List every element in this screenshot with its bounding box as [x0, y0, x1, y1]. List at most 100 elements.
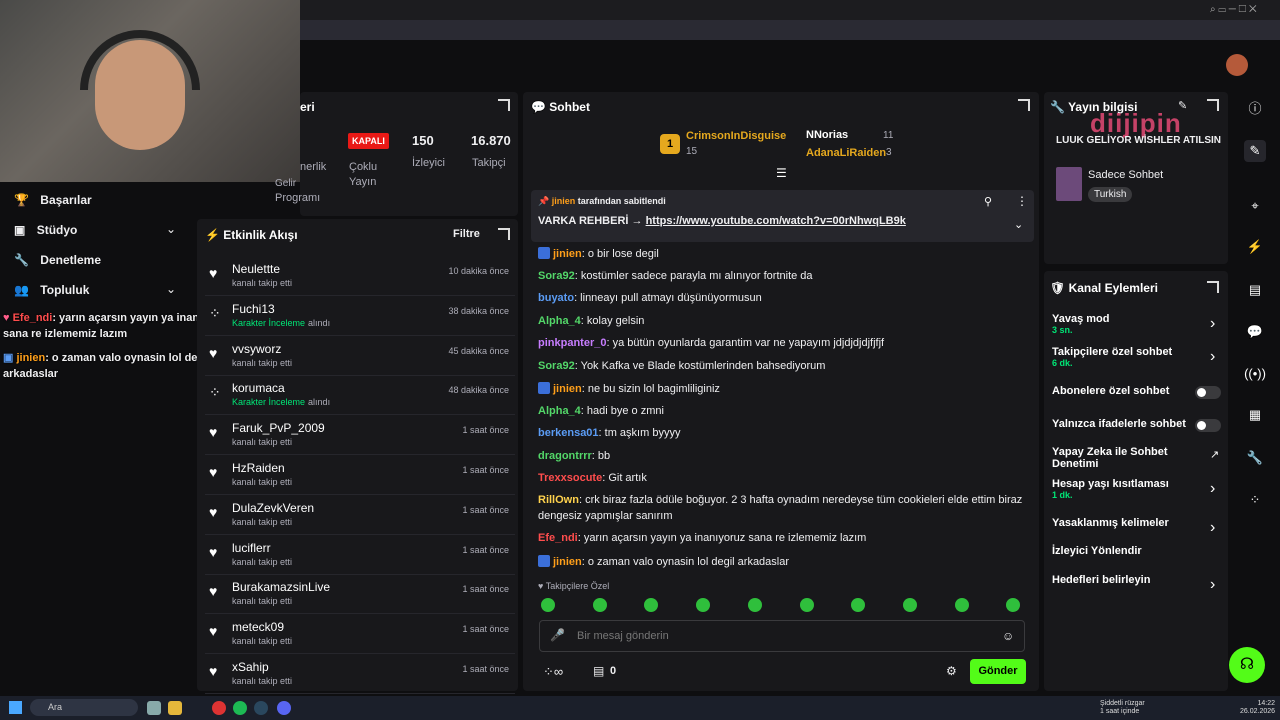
category-name[interactable]: Sadece Sohbet [1088, 169, 1163, 181]
feed-item[interactable]: ♥ meteck09 kanalı takip etti 1 saat önce [205, 616, 515, 655]
chat-username[interactable]: Alpha_4 [538, 315, 581, 327]
sidebar-item-studio[interactable]: ▣ Stüdyo [14, 223, 77, 237]
chevron-right-icon[interactable]: › [1210, 519, 1215, 537]
chat-username[interactable]: pinkpanter_0 [538, 337, 606, 349]
channel-action-item[interactable]: Yapay Zeka ile Sohbet Denetimi [1052, 446, 1222, 470]
chat-username[interactable]: dragontrrr [538, 450, 592, 462]
chat-username[interactable]: Sora92 [538, 270, 575, 282]
feed-item-name[interactable]: luciflerr [232, 541, 271, 555]
emoji-icon[interactable]: ☺ [1002, 629, 1014, 643]
feed-filter-button[interactable]: Filtre [453, 228, 480, 240]
window-controls[interactable]: ⌕ ▭ ─ ☐ ✕ [1210, 4, 1280, 16]
lightning-icon[interactable]: ⚡ [1244, 236, 1266, 258]
chevron-right-icon[interactable]: › [1210, 315, 1215, 333]
wrench-icon[interactable]: 🔧 [1244, 447, 1266, 469]
send-button[interactable]: Gönder [970, 659, 1026, 684]
channel-action-item[interactable]: Hedefleri belirleyin [1052, 574, 1222, 586]
language-tag[interactable]: Turkish [1088, 187, 1133, 202]
channel-action-item[interactable]: Takipçilere özel sohbet 6 dk. [1052, 346, 1222, 368]
toggle-switch[interactable] [1195, 386, 1221, 399]
chat-username[interactable]: buyato [538, 292, 574, 304]
expand-icon[interactable] [1018, 99, 1030, 111]
second-gifter-name[interactable]: NNorias [806, 129, 848, 141]
windows-start-icon[interactable] [9, 701, 22, 714]
feed-item-name[interactable]: BurakamazsinLive [232, 580, 330, 594]
feed-item-name[interactable]: vvsyworz [232, 342, 281, 356]
microphone-icon[interactable]: 🎤 [550, 628, 565, 642]
chevron-down-icon[interactable]: ⌄ [166, 282, 176, 296]
expand-icon[interactable] [498, 99, 510, 111]
feed-item-name[interactable]: korumaca [232, 381, 285, 395]
sidebar-item-achievements[interactable]: 🏆 Başarılar [14, 193, 92, 207]
emote-icon[interactable] [902, 598, 917, 612]
chat-username[interactable]: Alpha_4 [538, 405, 581, 417]
feed-item[interactable]: ♥ HzRaiden kanalı takip etti 1 saat önce [205, 457, 515, 495]
chat-icon[interactable]: 💬 [1244, 321, 1266, 343]
top-gifter-name[interactable]: CrimsonInDisguise [686, 130, 786, 142]
chevron-down-icon[interactable]: ⌄ [166, 222, 176, 236]
sidebar-item-moderation[interactable]: 🔧 Denetleme [14, 253, 101, 267]
feed-item[interactable]: ♥ Neulettte kanalı takip etti 10 dakika önc… [205, 258, 515, 296]
feed-item[interactable]: ♥ BurakamazsinLive kanalı takip etti 1 saat… [205, 576, 515, 615]
layout-icon[interactable]: ▦ [1244, 404, 1266, 426]
store-icon[interactable]: ▤ [593, 664, 604, 678]
support-button[interactable]: ☊ [1229, 647, 1265, 683]
chat-username[interactable]: RillOwn [538, 494, 579, 506]
feed-item[interactable]: ♥ Faruk_PvP_2009 kanalı takip etti 1 saat ö… [205, 417, 515, 456]
feed-item-name[interactable]: Neulettte [232, 262, 280, 276]
steam-icon[interactable] [254, 701, 268, 715]
chevron-right-icon[interactable]: › [1210, 348, 1215, 366]
emote-icon[interactable] [592, 598, 607, 612]
broadcast-icon[interactable]: ((•)) [1244, 363, 1266, 385]
feed-item-name[interactable]: xSahip [232, 660, 269, 674]
feed-item-name[interactable]: HzRaiden [232, 461, 285, 475]
external-link-icon[interactable]: ↗ [1210, 448, 1219, 461]
expand-icon[interactable] [1207, 99, 1219, 111]
feed-item[interactable]: ♥ DulaZevkVeren kanalı takip etti 1 saat ön… [205, 497, 515, 535]
pin-icon[interactable]: ⚲ [984, 195, 992, 208]
info-icon[interactable]: ⓘ [1244, 98, 1266, 120]
discord-icon[interactable] [277, 701, 291, 715]
channel-action-item[interactable]: Hesap yaşı kısıtlaması 1 dk. [1052, 478, 1222, 500]
chat-username[interactable]: Sora92 [538, 360, 575, 372]
third-gifter-name[interactable]: AdanaLiRaiden [806, 147, 886, 159]
channel-action-item[interactable]: Yavaş mod 3 sn. [1052, 313, 1222, 335]
chat-username[interactable]: jinien [553, 248, 582, 260]
feed-item-name[interactable]: DulaZevkVeren [232, 501, 314, 515]
chevron-down-icon[interactable]: ⌄ [1014, 218, 1023, 231]
feed-item[interactable]: ♥ luciflerr kanalı takip etti 1 saat önce [205, 537, 515, 575]
gear-icon[interactable]: ⚙ [946, 664, 957, 678]
feed-item[interactable]: ♥ xSahip kanalı takip etti 1 saat önce [205, 656, 515, 694]
document-icon[interactable]: ▤ [1244, 279, 1266, 301]
emote-icon[interactable] [696, 598, 711, 612]
sidebar-item-community[interactable]: 👥 Topluluk [14, 283, 89, 297]
collapse-leaderboard-icon[interactable]: ☰ [776, 166, 787, 180]
chat-username[interactable]: Trexxsocute [538, 472, 602, 484]
taskview-icon[interactable] [147, 701, 161, 715]
toggle-switch[interactable] [1195, 419, 1221, 432]
expand-icon[interactable] [1207, 281, 1219, 293]
community-icon[interactable]: ⁘ [1244, 489, 1266, 511]
feed-item-name[interactable]: meteck09 [232, 620, 284, 634]
feed-item-name[interactable]: Faruk_PvP_2009 [232, 421, 325, 435]
emote-icon[interactable] [747, 598, 762, 612]
chat-username[interactable]: berkensa01 [538, 427, 599, 439]
feed-item[interactable]: ⁘ Fuchi13 Karakter İnceleme alındı 38 dakika… [205, 298, 515, 336]
chat-username[interactable]: Efe_ndi [538, 532, 578, 544]
more-options-icon[interactable]: ⋮ [1016, 194, 1028, 208]
chevron-right-icon[interactable]: › [1210, 480, 1215, 498]
channel-action-item[interactable]: Yasaklanmış kelimeler [1052, 517, 1222, 529]
emote-icon[interactable] [541, 598, 555, 612]
chat-username[interactable]: jinien [553, 383, 582, 395]
camera-icon[interactable]: ⌖ [1244, 195, 1266, 217]
pencil-icon[interactable]: ✎ [1244, 140, 1266, 162]
feed-item[interactable]: ⁘ korumaca Karakter İnceleme alındı 48 dakik… [205, 377, 515, 416]
emote-icon[interactable] [954, 598, 969, 612]
user-avatar[interactable] [1226, 54, 1248, 76]
chat-username[interactable]: jinien [553, 556, 582, 568]
folder-icon[interactable] [168, 701, 182, 715]
emote-icon[interactable] [799, 598, 814, 612]
browser-icon[interactable] [212, 701, 226, 715]
expand-icon[interactable] [498, 228, 510, 240]
spotify-icon[interactable] [233, 701, 247, 715]
